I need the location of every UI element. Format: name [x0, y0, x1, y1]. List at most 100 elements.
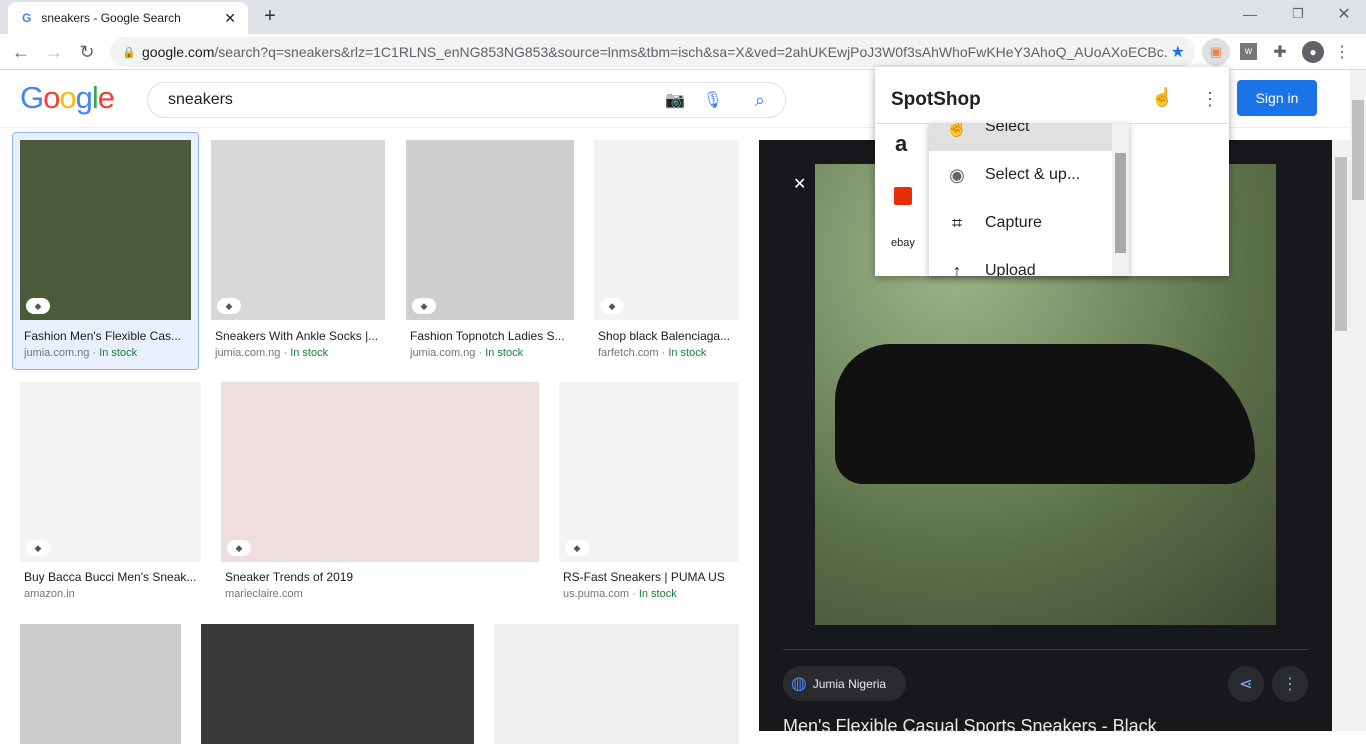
- globe-icon: ◍: [791, 673, 807, 693]
- product-tag-icon: ◆: [412, 298, 436, 314]
- microphone-icon[interactable]: 🎙: [703, 90, 723, 110]
- profile-avatar-icon[interactable]: ●: [1302, 41, 1324, 63]
- result-image[interactable]: [201, 624, 474, 744]
- ebay-store-icon[interactable]: ebay: [891, 237, 915, 249]
- menu-item-capture[interactable]: ⌗ Capture: [929, 199, 1112, 247]
- spotshop-extension-icon[interactable]: ▣: [1202, 38, 1230, 66]
- source-site: Jumia Nigeria: [812, 676, 887, 691]
- result-image[interactable]: ◆: [594, 140, 739, 320]
- source-domain: farfetch.com: [598, 347, 659, 359]
- result-source: marieclaire.com: [225, 588, 303, 600]
- menu-label: Upload: [985, 262, 1036, 276]
- result-image[interactable]: ◆: [559, 382, 739, 562]
- source-domain: us.puma.com: [563, 588, 630, 600]
- search-icon[interactable]: ⌕: [755, 90, 765, 111]
- extensions-puzzle-icon[interactable]: ✚: [1270, 42, 1290, 62]
- amazon-store-icon[interactable]: a: [895, 131, 907, 157]
- spotshop-title: SpotShop: [891, 89, 981, 110]
- close-preview-icon[interactable]: ✕: [793, 174, 806, 194]
- product-tag-icon: ◆: [600, 298, 624, 314]
- source-domain: marieclaire.com: [225, 588, 303, 600]
- result-title[interactable]: Sneakers With Ankle Socks |...: [215, 329, 389, 343]
- reload-icon[interactable]: ↻: [76, 42, 98, 63]
- source-chip[interactable]: ◍ Jumia Nigeria: [783, 666, 906, 701]
- close-window-icon[interactable]: ✕: [1334, 4, 1354, 24]
- page-scrollbar[interactable]: [1350, 70, 1366, 731]
- tab-google-search[interactable]: G sneakers - Google Search ✕: [8, 2, 248, 34]
- preview-title[interactable]: Men's Flexible Casual Sports Sneakers - …: [783, 716, 1157, 737]
- mode-menu: ☝ Select ◉ Select & up... ⌗ Capture ↑ Upload: [929, 123, 1129, 276]
- spotshop-menu-icon[interactable]: ⋮: [1201, 89, 1219, 110]
- crop-icon: ⌗: [951, 212, 963, 233]
- menu-label: Select: [985, 123, 1030, 135]
- result-source: jumia.com.ng · In stock: [215, 347, 329, 359]
- result-source: jumia.com.ng · In stock: [24, 347, 138, 359]
- url-path: /search?q=sneakers&rlz=1C1RLNS_enNG853NG…: [214, 44, 1176, 60]
- result-image[interactable]: ◆: [211, 140, 385, 320]
- divider: [783, 649, 1308, 650]
- more-options-icon[interactable]: ⋮: [1272, 666, 1308, 702]
- share-icon[interactable]: ⋖: [1228, 666, 1264, 702]
- upload-icon: ↑: [952, 260, 962, 277]
- stock-status: In stock: [668, 347, 707, 359]
- google-logo[interactable]: Google: [20, 80, 115, 116]
- browser-toolbar: ← → ↻ 🔒 google.com/search?q=sneakers&rlz…: [0, 34, 1366, 70]
- tab-strip: G sneakers - Google Search ✕ + — ❐ ✕: [0, 0, 1366, 34]
- result-source: jumia.com.ng · In stock: [410, 347, 524, 359]
- menu-label: Capture: [985, 214, 1042, 231]
- product-tag-icon: ◆: [217, 298, 241, 314]
- spotshop-popup: SpotShop ☝ ⋮ a ebay ☝ Select ◉ Select & up…: [875, 67, 1229, 276]
- result-image[interactable]: ◆: [221, 382, 539, 562]
- search-input[interactable]: sneakers 📷 🎙 ⌕: [147, 82, 786, 118]
- sign-in-button[interactable]: Sign in: [1237, 80, 1317, 116]
- product-tag-icon: ◆: [26, 540, 50, 556]
- menu-item-select-upload[interactable]: ◉ Select & up...: [929, 151, 1112, 199]
- result-title[interactable]: Buy Bacca Bucci Men's Sneak...: [24, 570, 199, 584]
- restore-icon[interactable]: ❐: [1288, 6, 1308, 22]
- result-title[interactable]: Fashion Topnotch Ladies S...: [410, 329, 578, 343]
- tab-title: sneakers - Google Search: [41, 11, 181, 25]
- close-tab-icon[interactable]: ✕: [224, 10, 236, 27]
- source-domain: jumia.com.ng: [410, 347, 476, 359]
- forward-icon[interactable]: →: [43, 42, 65, 63]
- product-tag-icon: ◆: [565, 540, 589, 556]
- result-image[interactable]: [20, 624, 181, 744]
- bookmark-star-icon[interactable]: ★: [1166, 42, 1185, 62]
- result-image[interactable]: ◆: [20, 140, 191, 320]
- url-domain: google.com: [142, 44, 215, 60]
- preview-scrollbar[interactable]: [1332, 140, 1350, 731]
- stock-status: In stock: [485, 347, 524, 359]
- source-domain: amazon.in: [24, 588, 75, 600]
- stock-status: In stock: [290, 347, 329, 359]
- radio-target-icon: ◉: [949, 164, 965, 185]
- result-title[interactable]: Fashion Men's Flexible Cas...: [24, 329, 195, 343]
- hand-icon: ☝: [945, 123, 969, 137]
- menu-scrollbar[interactable]: [1112, 123, 1129, 276]
- result-image[interactable]: ◆: [20, 382, 201, 562]
- result-image[interactable]: ◆: [406, 140, 574, 320]
- back-icon[interactable]: ←: [10, 42, 32, 63]
- shoe-shape: [835, 344, 1255, 484]
- camera-icon[interactable]: 📷: [665, 90, 685, 110]
- menu-item-select[interactable]: ☝ Select: [929, 123, 1112, 151]
- result-title[interactable]: Sneaker Trends of 2019: [225, 570, 400, 584]
- w-extension-icon[interactable]: w: [1240, 43, 1257, 60]
- stock-status: In stock: [638, 588, 677, 600]
- lock-icon: 🔒: [122, 46, 136, 59]
- source-domain: jumia.com.ng: [24, 347, 90, 359]
- result-image[interactable]: [494, 624, 739, 744]
- address-bar[interactable]: 🔒 google.com/search?q=sneakers&rlz=1C1RL…: [110, 37, 1195, 67]
- result-source: farfetch.com · In stock: [598, 347, 707, 359]
- hand-pointer-icon[interactable]: ☝: [1151, 87, 1173, 108]
- stock-status: In stock: [99, 347, 138, 359]
- product-tag-icon: ◆: [227, 540, 251, 556]
- new-tab-icon[interactable]: +: [260, 5, 280, 27]
- menu-item-upload[interactable]: ↑ Upload: [929, 247, 1112, 277]
- chrome-menu-icon[interactable]: ⋮: [1334, 42, 1350, 62]
- menu-label: Select & up...: [985, 166, 1081, 183]
- minimize-icon[interactable]: —: [1240, 6, 1260, 22]
- aliexpress-store-icon[interactable]: [894, 187, 912, 205]
- product-tag-icon: ◆: [26, 298, 50, 314]
- result-title[interactable]: RS-Fast Sneakers | PUMA US: [563, 570, 738, 584]
- result-title[interactable]: Shop black Balenciaga...: [598, 329, 743, 343]
